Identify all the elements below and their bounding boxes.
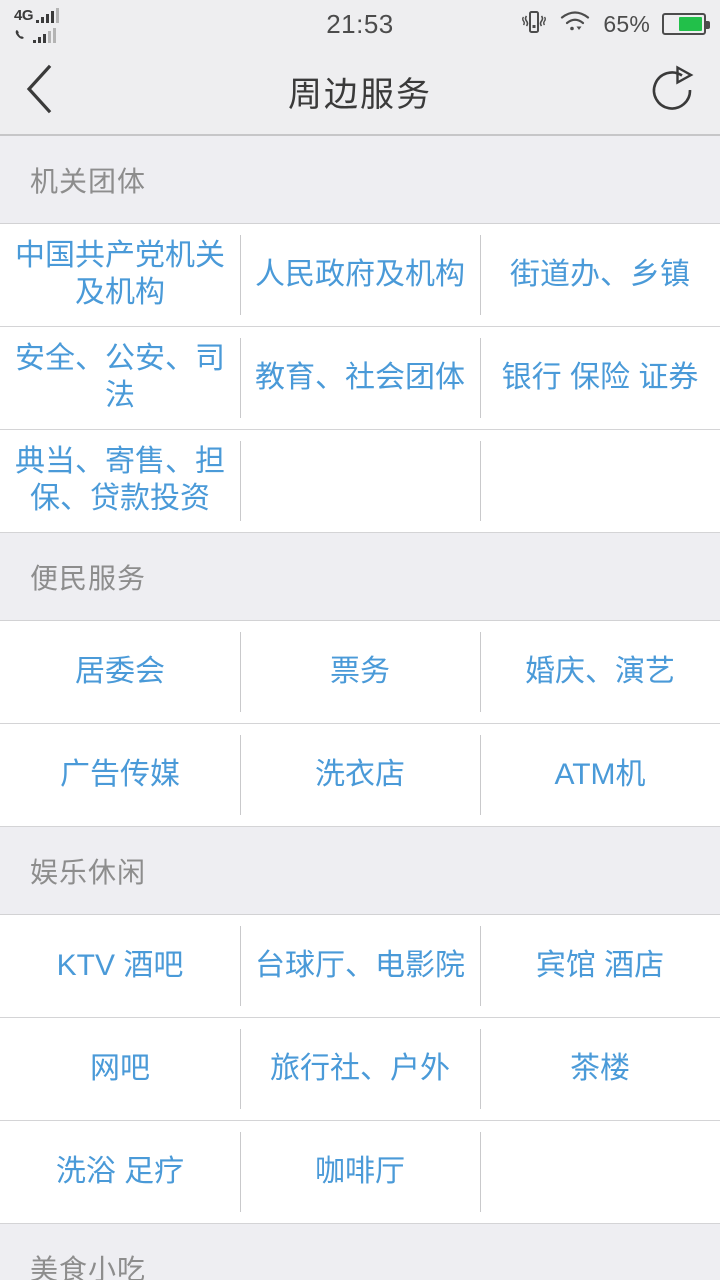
- back-button[interactable]: [22, 63, 78, 119]
- category-item[interactable]: 宾馆 酒店: [480, 915, 720, 1017]
- category-item[interactable]: KTV 酒吧: [0, 915, 240, 1017]
- category-item[interactable]: 典当、寄售、担保、贷款投资: [0, 430, 240, 532]
- category-item-label: 人民政府及机构: [255, 257, 465, 291]
- category-item-label: ATM机: [554, 757, 646, 791]
- battery-percent-label: 65%: [603, 10, 650, 37]
- category-item[interactable]: 台球厅、电影院: [240, 915, 480, 1017]
- category-item-empty: [240, 430, 480, 532]
- category-row: 洗浴 足疗 咖啡厅: [0, 1121, 720, 1224]
- section-header: 美食小吃: [0, 1224, 720, 1280]
- category-item[interactable]: 居委会: [0, 621, 240, 723]
- category-item[interactable]: 洗浴 足疗: [0, 1121, 240, 1223]
- category-item-label: 婚庆、演艺: [525, 654, 675, 688]
- status-bar: 4G 21:53 65%: [0, 0, 720, 48]
- network-signal-row: 4G: [14, 6, 60, 24]
- category-item-label: KTV 酒吧: [56, 948, 184, 982]
- category-item-label: 票务: [330, 654, 390, 688]
- category-item-label: 银行 保险 证券: [501, 360, 699, 394]
- category-item-label: 洗衣店: [315, 757, 405, 791]
- category-item-label: 中国共产党机关及机构: [15, 239, 225, 309]
- category-row: 安全、公安、司法 教育、社会团体 银行 保险 证券: [0, 327, 720, 430]
- call-signal-row: [14, 26, 59, 43]
- category-item[interactable]: 人民政府及机构: [240, 224, 480, 326]
- page-title: 周边服务: [288, 75, 432, 114]
- section-header: 便民服务: [0, 533, 720, 621]
- refresh-icon: [646, 63, 698, 120]
- vibrate-icon: [521, 8, 547, 41]
- call-signal-bars-icon: [33, 27, 56, 43]
- category-item-label: 街道办、乡镇: [510, 257, 690, 291]
- status-bar-right: 65%: [521, 0, 710, 48]
- category-item-label: 典当、寄售、担保、贷款投资: [15, 445, 225, 515]
- battery-level-fill: [678, 17, 702, 31]
- category-item[interactable]: 咖啡厅: [240, 1121, 480, 1223]
- section-header: 娱乐休闲: [0, 827, 720, 915]
- network-signal-bars-icon: [36, 7, 60, 23]
- category-item-label: 安全、公安、司法: [15, 342, 225, 412]
- category-row: 居委会 票务 婚庆、演艺: [0, 621, 720, 724]
- category-row: 中国共产党机关及机构 人民政府及机构 街道办、乡镇: [0, 224, 720, 327]
- category-item-label: 洗浴 足疗: [55, 1154, 185, 1188]
- category-item-empty: [480, 1121, 720, 1223]
- network-type-label: 4G: [14, 6, 34, 24]
- category-grid: 居委会 票务 婚庆、演艺广告传媒 洗衣店 ATM机: [0, 621, 720, 827]
- category-item-label: 台球厅、电影院: [255, 948, 465, 982]
- service-category-list: 机关团体中国共产党机关及机构 人民政府及机构 街道办、乡镇安全、公安、司法 教育、社会…: [0, 136, 720, 1280]
- category-item[interactable]: 中国共产党机关及机构: [0, 224, 240, 326]
- category-row: 网吧 旅行社、户外 茶楼: [0, 1018, 720, 1121]
- status-bar-left: 4G: [14, 6, 60, 43]
- category-item[interactable]: 茶楼: [480, 1018, 720, 1120]
- category-grid: KTV 酒吧 台球厅、电影院 宾馆 酒店网吧 旅行社、户外 茶楼洗浴 足疗 咖啡厅: [0, 915, 720, 1224]
- category-item[interactable]: 洗衣店: [240, 724, 480, 826]
- battery-icon: [662, 13, 710, 35]
- category-item-label: 居委会: [75, 654, 165, 688]
- category-row: 典当、寄售、担保、贷款投资: [0, 430, 720, 533]
- category-row: KTV 酒吧 台球厅、电影院 宾馆 酒店: [0, 915, 720, 1018]
- phone-handset-icon: [14, 28, 30, 43]
- app-root: 4G 21:53 65% 周边服务 机关团体 中国共产党机关及机构 人民政府及机…: [0, 0, 720, 1280]
- category-item-label: 咖啡厅: [315, 1154, 405, 1188]
- category-item[interactable]: ATM机: [480, 724, 720, 826]
- category-row: 广告传媒 洗衣店 ATM机: [0, 724, 720, 827]
- category-item-label: 茶楼: [570, 1051, 630, 1085]
- category-item-empty: [480, 430, 720, 532]
- wifi-icon: [559, 9, 591, 40]
- category-item[interactable]: 婚庆、演艺: [480, 621, 720, 723]
- category-item[interactable]: 广告传媒: [0, 724, 240, 826]
- category-item-label: 广告传媒: [60, 757, 180, 791]
- navigation-bar: 周边服务: [0, 48, 720, 136]
- category-item-label: 旅行社、户外: [270, 1051, 450, 1085]
- category-item-label: 网吧: [90, 1051, 150, 1085]
- category-item-label: 宾馆 酒店: [535, 948, 665, 982]
- category-grid: 中国共产党机关及机构 人民政府及机构 街道办、乡镇安全、公安、司法 教育、社会团体 银行…: [0, 224, 720, 533]
- category-item-label: 教育、社会团体: [255, 360, 465, 394]
- category-item[interactable]: 安全、公安、司法: [0, 327, 240, 429]
- chevron-left-icon: [22, 63, 56, 120]
- category-item[interactable]: 旅行社、户外: [240, 1018, 480, 1120]
- category-item[interactable]: 街道办、乡镇: [480, 224, 720, 326]
- section-header: 机关团体: [0, 136, 720, 224]
- category-item[interactable]: 票务: [240, 621, 480, 723]
- category-item[interactable]: 银行 保险 证券: [480, 327, 720, 429]
- category-item[interactable]: 网吧: [0, 1018, 240, 1120]
- category-item[interactable]: 教育、社会团体: [240, 327, 480, 429]
- refresh-button[interactable]: [642, 63, 698, 119]
